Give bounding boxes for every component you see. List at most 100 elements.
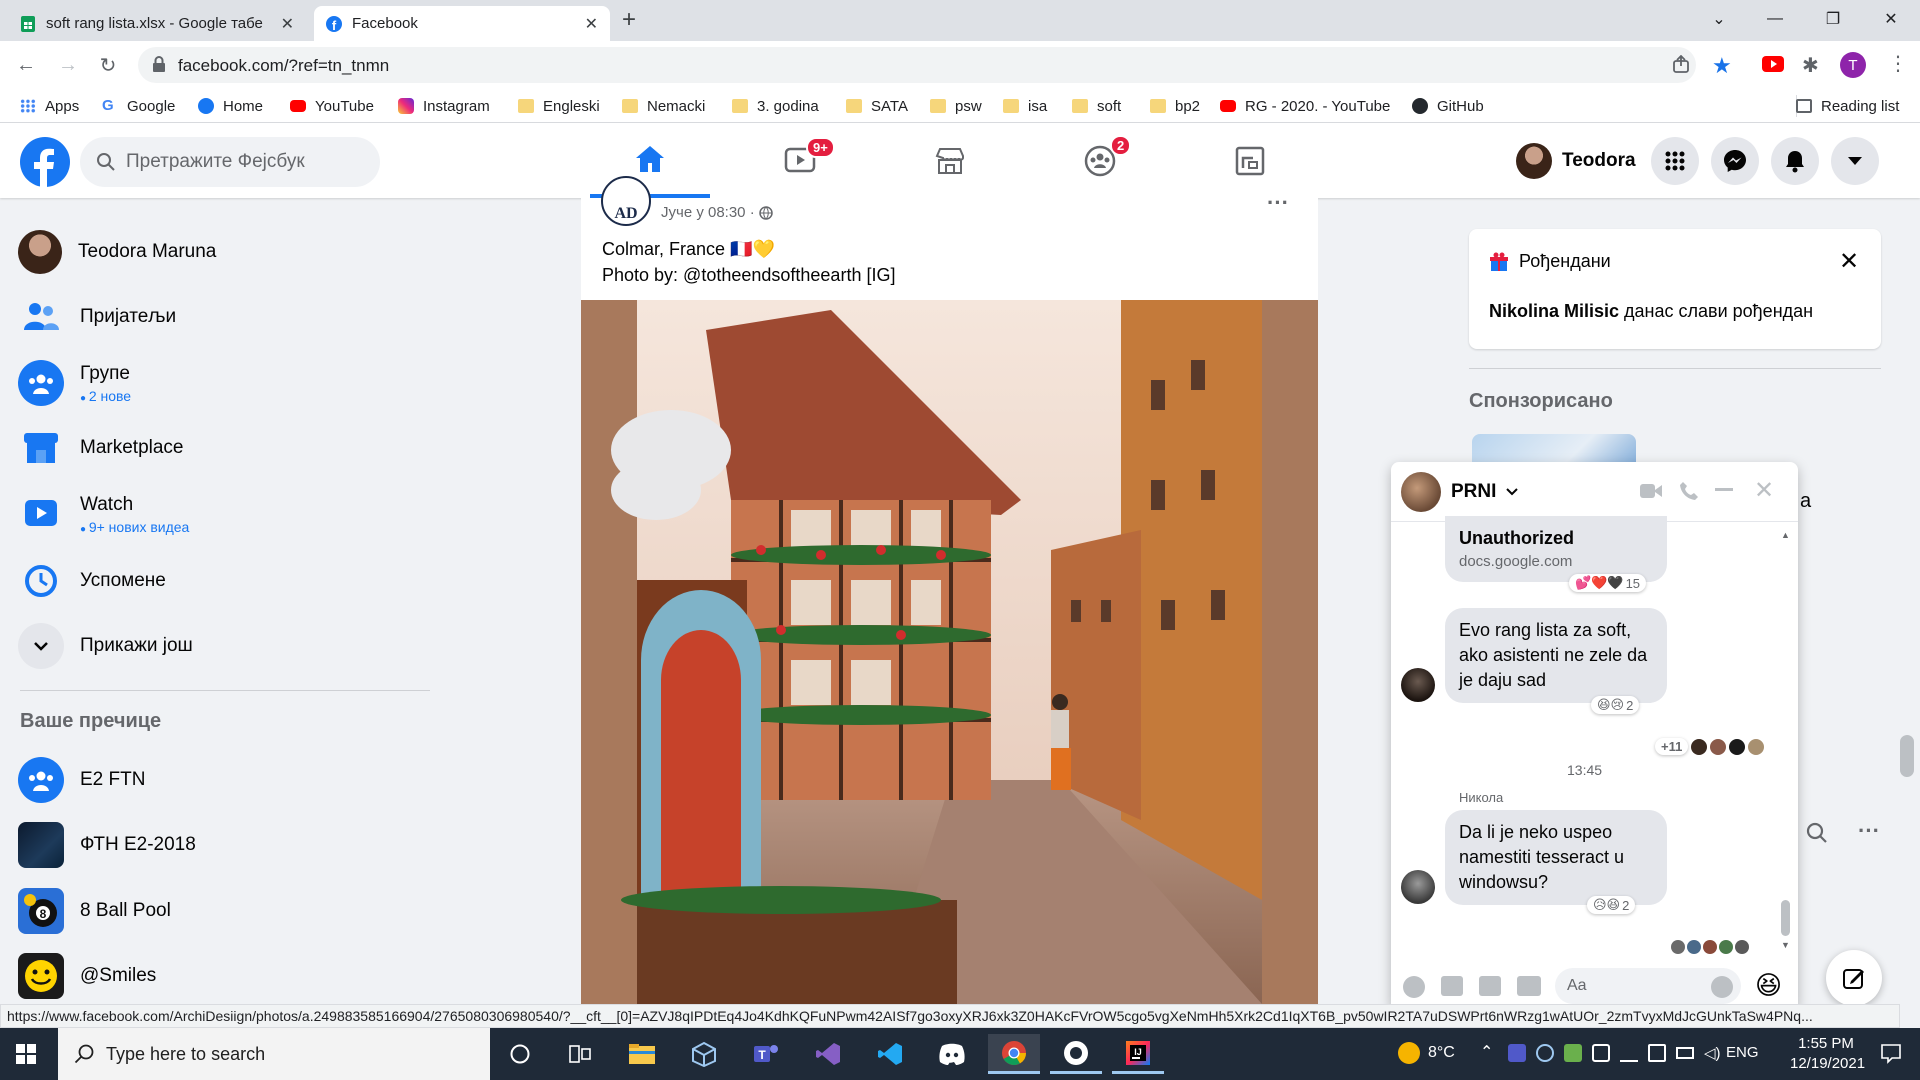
sidebar-item-friends[interactable]: Пријатељи [18,289,176,345]
nav-marketplace[interactable] [890,123,1010,198]
profile-avatar[interactable]: T [1840,52,1866,78]
sidebar-item-marketplace[interactable]: Marketplace [18,420,184,476]
sidebar-item-watch[interactable]: Watch9+ нових видеа [18,486,189,542]
phone-icon[interactable] [1679,481,1699,501]
photo-icon[interactable] [1441,976,1463,996]
extensions-icon[interactable]: ✱ [1802,53,1819,78]
menu-icon[interactable]: ⋮ [1888,51,1908,76]
3d-viewer-icon[interactable] [678,1034,730,1074]
link-preview[interactable]: Unauthorized docs.google.com [1445,516,1667,582]
intellij-icon[interactable]: IJ [1112,1034,1164,1074]
minimize-icon[interactable]: — [1752,0,1798,38]
device-tray-icon[interactable] [1592,1044,1610,1062]
menu-grid-button[interactable] [1651,137,1699,185]
close-chat-icon[interactable]: ✕ [1754,476,1774,505]
battery-tray-icon[interactable] [1676,1047,1694,1059]
teams-tray-icon[interactable] [1508,1044,1526,1062]
reading-list[interactable]: Reading list [1796,95,1899,117]
notifications-center-icon[interactable] [1880,1042,1902,1064]
sync-tray-icon[interactable] [1536,1044,1554,1062]
gif-icon[interactable] [1517,976,1541,996]
notifications-button[interactable] [1771,137,1819,185]
message-bubble[interactable]: Da li je neko uspeo namestiti tesseract … [1445,810,1667,905]
sidebar-item-groups[interactable]: Групе2 нове [18,355,131,411]
bookmark-home[interactable]: Home [198,95,263,117]
new-tab-button[interactable]: + [622,6,636,34]
chat-scrollbar[interactable]: ▲ ▼ [1781,530,1791,958]
close-tab-icon[interactable]: ✕ [585,14,598,34]
windows-start-icon[interactable] [16,1044,36,1064]
discord-icon[interactable] [926,1034,978,1074]
nav-watch[interactable]: 9+ [740,123,860,198]
task-view-icon[interactable] [554,1034,606,1074]
bookmark-sata[interactable]: SATA [846,95,908,117]
contacts-options-icon[interactable]: ··· [1858,818,1880,844]
message-bubble[interactable]: Evo rang lista za soft, ako asistenti ne… [1445,608,1667,703]
reactions-badge[interactable]: 💕❤️🖤 15 [1569,574,1647,592]
profile-button[interactable]: Teodora [1512,139,1644,183]
teams-icon[interactable]: T [740,1034,792,1074]
page-avatar[interactable]: AD [601,176,651,226]
back-icon[interactable]: ← [12,51,40,79]
minimize-chat-icon[interactable] [1715,488,1733,491]
shortcut-ftn-e2-2018[interactable]: ФТН Е2-2018 [18,817,196,873]
clock[interactable]: 1:55 PM 12/19/2021 [1790,1034,1865,1074]
visual-studio-icon[interactable] [802,1034,854,1074]
network-tray-icon[interactable] [1648,1044,1666,1062]
bookmark-bp2[interactable]: bp2 [1150,95,1200,117]
sidebar-item-memories[interactable]: Успомене [18,553,166,609]
video-call-icon[interactable] [1639,482,1663,500]
bookmark-rg-youtube[interactable]: RG - 2020. - YouTube [1220,95,1390,117]
reload-icon[interactable]: ↻ [94,51,122,79]
post-timestamp[interactable]: Јуче у 08:30 · [661,204,773,221]
sidebar-item-profile[interactable]: Teodora Maruna [18,224,216,280]
address-bar[interactable]: facebook.com/?ref=tn_tnmn [138,47,1696,83]
bookmark-apps[interactable]: Apps [20,95,79,117]
bookmark-instagram[interactable]: Instagram [398,95,490,117]
cortana-icon[interactable] [494,1034,546,1074]
share-icon[interactable] [1672,55,1690,73]
youtube-ext-icon[interactable] [1762,56,1784,72]
tab-facebook[interactable]: f Facebook ✕ [314,6,610,41]
restore-icon[interactable]: ❐ [1810,0,1856,38]
quick-reaction-icon[interactable]: 😆 [1755,970,1782,1001]
drive-tray-icon[interactable] [1620,1044,1638,1062]
bookmark-3-godina[interactable]: 3. godina [732,95,819,117]
chrome-icon[interactable] [988,1034,1040,1074]
bookmark-engleski[interactable]: Engleski [518,95,600,117]
chat-title[interactable]: PRNI [1401,472,1519,512]
facebook-search[interactable]: Претражите Фејсбук [80,137,380,187]
messenger-button[interactable] [1711,137,1759,185]
window-close-icon[interactable]: ✕ [1868,0,1914,38]
input-language[interactable]: ENG [1726,1044,1759,1061]
forward-icon[interactable]: → [54,51,82,79]
post-options-button[interactable]: ··· [1267,190,1289,216]
tab-sheets[interactable]: soft rang lista.xlsx - Google табе ✕ [8,6,306,41]
page-scrollbar[interactable] [1900,735,1914,777]
account-button[interactable] [1831,137,1879,185]
bookmark-star-icon[interactable]: ★ [1712,53,1732,79]
close-tab-icon[interactable]: ✕ [281,14,294,34]
shortcut-smiles[interactable]: @Smiles [18,948,156,1004]
chrome-profile-icon[interactable] [1050,1034,1102,1074]
file-explorer-icon[interactable] [616,1034,668,1074]
seen-by-row[interactable]: +11 [1655,738,1765,755]
taskbar-search[interactable]: Type here to search [58,1028,490,1080]
volume-tray-icon[interactable]: ◁) [1704,1044,1722,1062]
temperature[interactable]: 8°C [1428,1044,1455,1062]
facebook-logo[interactable] [20,137,70,187]
post-photo[interactable] [581,300,1318,1004]
tray-chevron-up-icon[interactable]: ⌃ [1480,1042,1493,1062]
plus-icon[interactable] [1403,976,1425,998]
bookmark-github[interactable]: GitHub [1412,95,1484,117]
bookmark-google[interactable]: G Google [102,95,175,117]
sidebar-show-more[interactable]: Прикажи још [18,618,193,674]
reactions-badge[interactable]: 😆😢 2 [1591,696,1640,714]
vscode-icon[interactable] [864,1034,916,1074]
close-icon[interactable]: ✕ [1839,247,1859,276]
shortcut-8-ball-pool[interactable]: 8 8 Ball Pool [18,883,171,939]
weather-sun-icon[interactable] [1398,1042,1420,1064]
bookmark-psw[interactable]: psw [930,95,982,117]
new-message-button[interactable] [1826,950,1882,1006]
nav-groups[interactable]: 2 [1040,123,1160,198]
